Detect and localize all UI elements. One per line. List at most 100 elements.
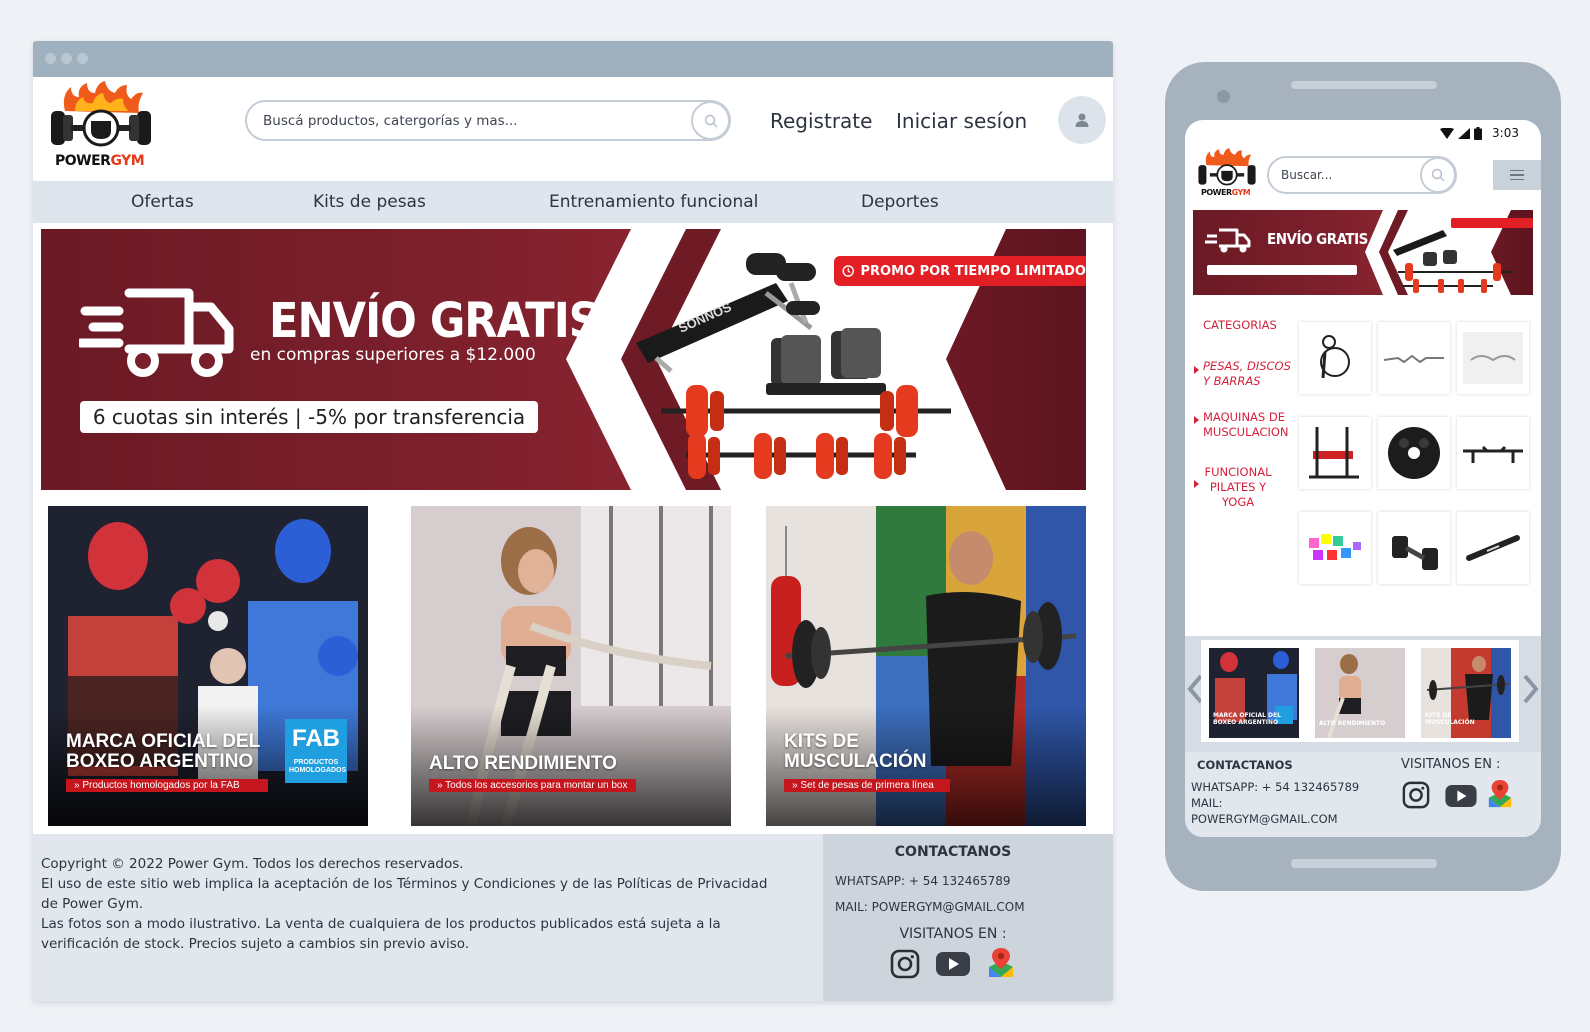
mobile-mail-label: MAIL: <box>1191 796 1223 810</box>
banner-title: ENVÍO GRATIS <box>269 293 600 349</box>
product-thumb[interactable] <box>1299 417 1371 489</box>
product-thumb[interactable] <box>1378 417 1450 489</box>
instagram-link[interactable] <box>1401 780 1431 810</box>
search-input[interactable]: Buscá productos, catergorías y mas... <box>263 113 518 129</box>
hero-banner[interactable]: ENVÍO GRATIS en compras superiores a $12… <box>41 229 1086 490</box>
logo-dumbbell-icon <box>1198 148 1256 186</box>
chevron-right-icon <box>1194 366 1199 374</box>
mobile-categories-title: CATEGORIAS <box>1203 318 1277 332</box>
maps-link[interactable] <box>1485 778 1515 810</box>
product-thumb[interactable] <box>1457 417 1529 489</box>
product-thumb[interactable] <box>1457 322 1529 394</box>
logo-word-gym: GYM <box>110 153 145 169</box>
youtube-icon <box>936 952 970 976</box>
mobile-whatsapp-text: WHATSAPP: + 54 132465789 <box>1191 780 1360 794</box>
mini-dumbbells-image <box>1309 534 1361 560</box>
chevron-right-icon[interactable] <box>1523 674 1539 704</box>
mobile-screen: 3:03 POWERGYM Buscar... ENVÍO GRATIS CAT… <box>1185 120 1541 837</box>
copyright-text: Copyright © 2022 Power Gym. Todos los de… <box>41 856 464 872</box>
youtube-link[interactable] <box>935 950 971 978</box>
jump-rope-image <box>1320 335 1350 379</box>
mobile-visit-label: VISITANOS EN : <box>1401 757 1501 772</box>
browser-titlebar <box>33 41 1113 77</box>
curl-bar-image <box>1383 354 1444 364</box>
product-thumb[interactable] <box>1457 512 1529 584</box>
terms-text: El uso de este sitio web implica la acep… <box>41 876 768 912</box>
pullup-bar-image <box>1463 445 1523 463</box>
nav-item-deportes[interactable]: Deportes <box>861 192 939 212</box>
mobile-search-button[interactable] <box>1420 157 1456 193</box>
mobile-category-carousel: MARCA OFICIAL DEL BOXEO ARGENTINO ALTO RE… <box>1185 636 1541 752</box>
category-card-alto-rendimiento[interactable]: ALTO RENDIMIENTO » Todos los accesorios … <box>411 506 731 826</box>
fab-logo: FAB PRODUCTOS HOMOLOGADOS <box>285 719 347 783</box>
card-title: MARCA OFICIAL DEL BOXEO ARGENTINO <box>66 731 261 772</box>
chevron-right-icon <box>1194 416 1199 424</box>
status-time: 3:03 <box>1492 126 1519 140</box>
card-subtitle: » Productos homologados por la FAB <box>66 779 268 792</box>
mobile-category-maquinas[interactable]: MAQUINAS DE MUSCULACION <box>1203 410 1289 440</box>
window-dot <box>77 53 88 64</box>
product-thumb[interactable] <box>1299 512 1371 584</box>
user-avatar-button[interactable] <box>1058 96 1106 144</box>
search-icon <box>1431 168 1445 182</box>
menu-icon <box>1510 169 1524 172</box>
fab-logo-text: FAB <box>292 725 340 752</box>
user-icon <box>1075 113 1089 127</box>
register-link[interactable]: Registrate <box>770 109 872 133</box>
youtube-link[interactable] <box>1444 784 1478 808</box>
mobile-search-input[interactable]: Buscar... <box>1281 168 1332 182</box>
nav-item-kits-de-pesas[interactable]: Kits de pesas <box>313 192 426 212</box>
category-card-kits-musculacion[interactable]: KITS DE MUSCULACIÓN » Set de pesas de pr… <box>766 506 1086 826</box>
mobile-contact-title: CONTACTANOS <box>1197 758 1293 772</box>
mobile-banner-title: ENVÍO GRATIS <box>1267 230 1368 248</box>
banner-background-shape <box>1205 210 1533 295</box>
window-dot <box>45 53 56 64</box>
desktop-mockup: POWERGYM Buscá productos, catergorías y … <box>33 41 1113 1001</box>
phone-home-bar <box>1291 859 1437 868</box>
weights-photo <box>766 506 1086 826</box>
login-link[interactable]: Iniciar sesíon <box>896 109 1027 133</box>
hex-dumbbell-image <box>1392 536 1438 570</box>
mobile-category-funcional[interactable]: FUNCIONAL PILATES Y YOGA <box>1203 465 1273 510</box>
footer-legal: Copyright © 2022 Power Gym. Todos los de… <box>41 854 781 954</box>
site-header: POWERGYM Buscá productos, catergorías y … <box>33 77 1113 181</box>
power-gym-logo[interactable]: POWERGYM <box>45 81 165 173</box>
category-card-boxeo[interactable]: FAB PRODUCTOS HOMOLOGADOS MARCA OFICIAL … <box>48 506 368 826</box>
search-button[interactable] <box>691 101 730 140</box>
product-thumb[interactable] <box>1378 322 1450 394</box>
product-thumb[interactable] <box>1299 322 1371 394</box>
carousel-item-kits-musculacion[interactable]: KITS DE MUSCULACIÓN <box>1413 640 1519 742</box>
main-nav: Ofertas Kits de pesas Entrenamiento func… <box>33 181 1113 223</box>
search-bar[interactable]: Buscá productos, catergorías y mas... <box>245 100 731 141</box>
mobile-category-pesas[interactable]: PESAS, DISCOS Y BARRAS <box>1203 359 1291 389</box>
instagram-link[interactable] <box>889 948 921 980</box>
site-footer: Copyright © 2022 Power Gym. Todos los de… <box>33 834 1113 1001</box>
nav-item-entrenamiento-funcional[interactable]: Entrenamiento funcional <box>549 192 758 212</box>
mobile-mockup: 3:03 POWERGYM Buscar... ENVÍO GRATIS CAT… <box>1165 62 1561 891</box>
menu-button[interactable] <box>1493 160 1541 190</box>
card-title: KITS DE MUSCULACIÓN <box>784 731 927 772</box>
mobile-search-bar[interactable]: Buscar... <box>1267 156 1457 194</box>
nav-item-ofertas[interactable]: Ofertas <box>131 192 194 212</box>
adjustable-dumbbells-image <box>766 328 886 395</box>
signal-icon <box>1458 127 1471 139</box>
maps-link[interactable] <box>985 946 1017 980</box>
bar-handle-image <box>1463 332 1523 384</box>
mobile-hero-banner[interactable]: ENVÍO GRATIS <box>1193 210 1533 295</box>
weight-plate-image <box>1388 427 1440 479</box>
bench-image <box>1309 427 1359 479</box>
logo-dumbbell-icon <box>51 81 151 147</box>
wifi-icon <box>1440 127 1455 139</box>
product-thumb[interactable] <box>1378 512 1450 584</box>
instagram-icon <box>1402 781 1430 809</box>
carousel-item-alto-rendimiento[interactable]: ALTO RENDIMIENTO <box>1307 640 1413 742</box>
carousel-item-boxeo[interactable]: MARCA OFICIAL DEL BOXEO ARGENTINO <box>1201 640 1307 742</box>
status-bar: 3:03 <box>1440 126 1519 140</box>
banner-subtitle: en compras superiores a $12.000 <box>250 345 536 365</box>
phone-camera <box>1217 90 1230 103</box>
truck-icon <box>79 288 234 377</box>
phone-speaker <box>1291 81 1437 89</box>
banner-products-image: SONNOS <box>636 253 951 479</box>
card-subtitle: » Todos los accesorios para montar un bo… <box>429 779 636 792</box>
mobile-logo[interactable]: POWERGYM <box>1195 148 1261 198</box>
